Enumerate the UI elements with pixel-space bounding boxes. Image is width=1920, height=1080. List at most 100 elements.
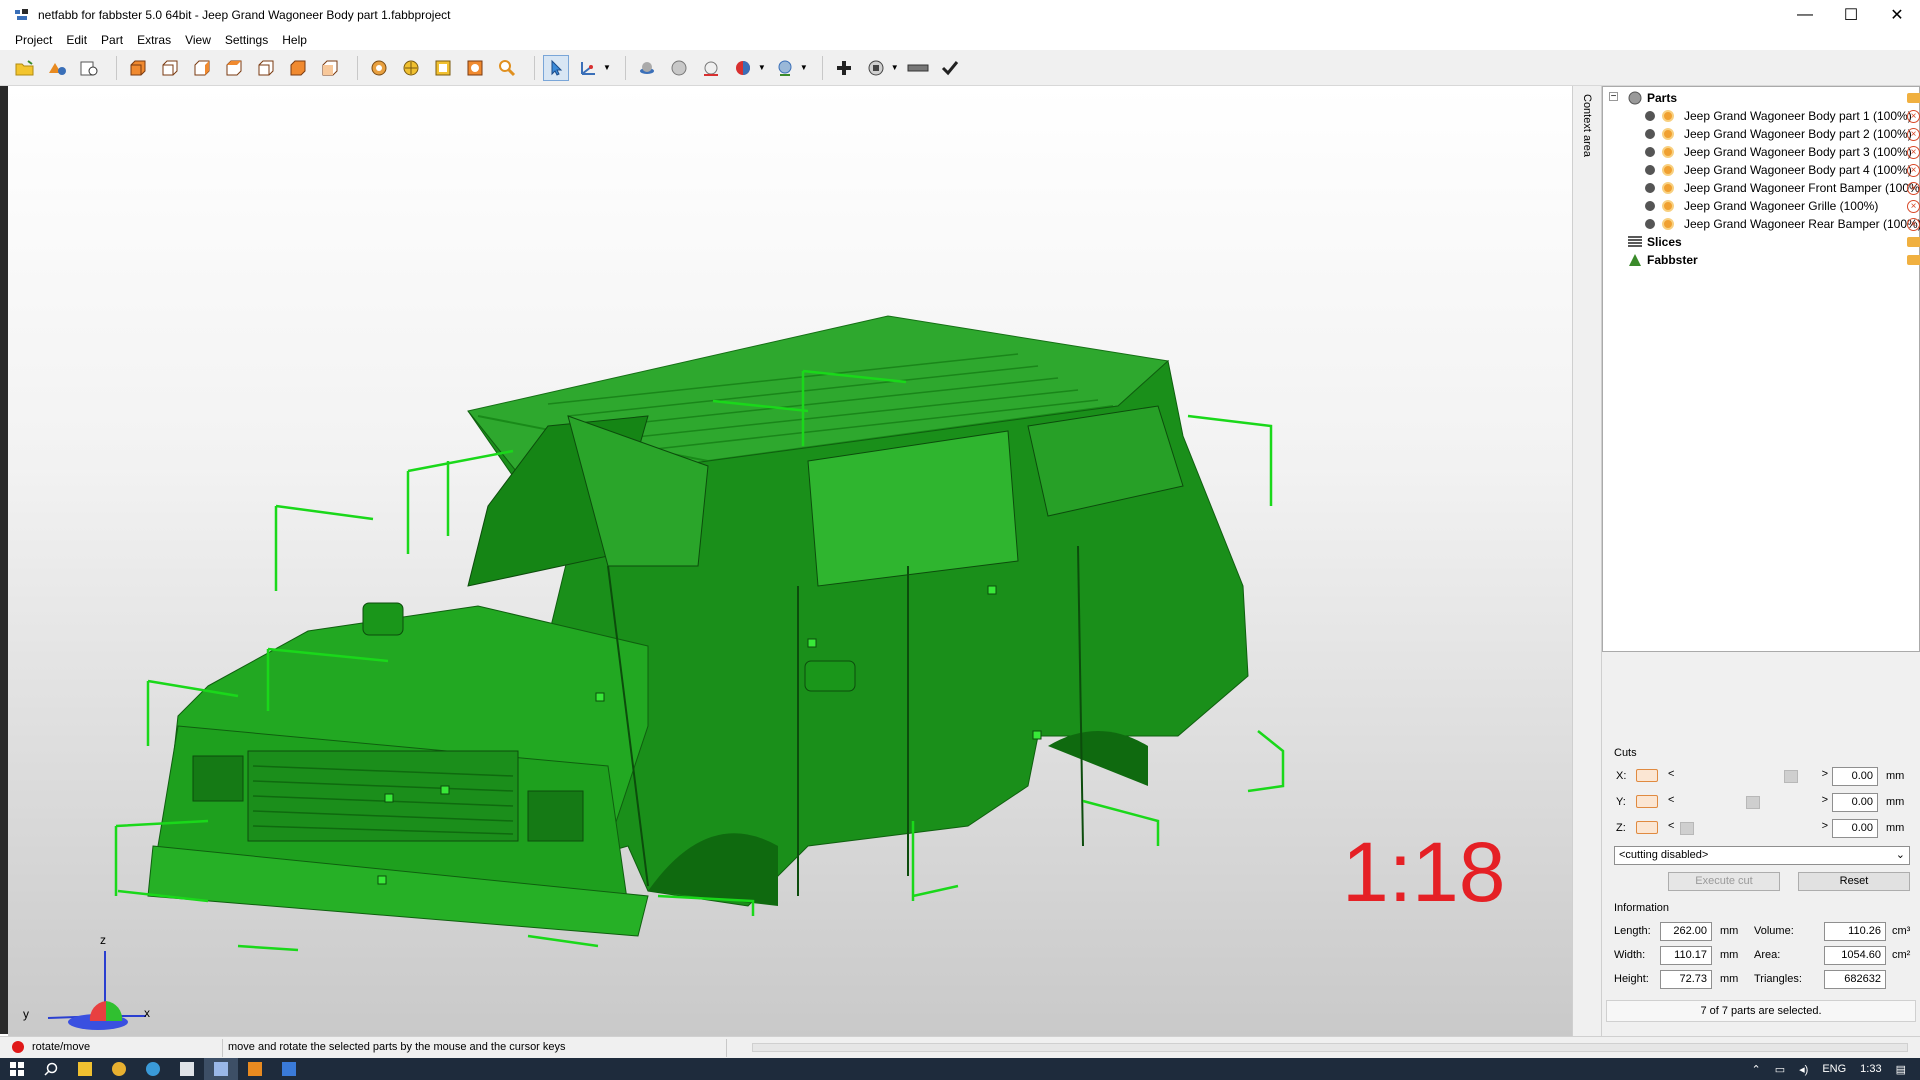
car-body-model[interactable] <box>8 86 1572 1036</box>
remove-part-icon[interactable]: × <box>1907 146 1920 159</box>
search-icon[interactable] <box>34 1058 68 1080</box>
settings-icon[interactable] <box>76 55 102 81</box>
file-explorer-icon[interactable] <box>68 1058 102 1080</box>
execute-cut-button[interactable]: Execute cut <box>1668 872 1780 891</box>
app-icon[interactable] <box>136 1058 170 1080</box>
rotate-icon[interactable] <box>366 55 392 81</box>
view-front-icon[interactable] <box>125 55 151 81</box>
slider-right-arrow[interactable]: > <box>1822 820 1828 832</box>
slider-thumb[interactable] <box>1680 822 1694 835</box>
cut-y-toggle[interactable] <box>1636 795 1658 808</box>
slider-left-arrow[interactable]: < <box>1668 794 1674 806</box>
cutting-mode-select[interactable]: <cutting disabled> ⌄ <box>1614 846 1910 865</box>
zoom-fit-icon[interactable] <box>462 55 488 81</box>
folder-icon[interactable] <box>1907 237 1920 247</box>
view-left-icon[interactable] <box>189 55 215 81</box>
open-project-icon[interactable] <box>12 55 38 81</box>
add-part-icon[interactable] <box>44 55 70 81</box>
cut-y-slider[interactable]: < > <box>1668 794 1828 810</box>
tree-part-item[interactable]: Jeep Grand Wagoneer Body part 2 (100%) <box>1645 125 1912 143</box>
tree-root-parts[interactable]: Parts <box>1627 89 1677 107</box>
view-top-icon[interactable] <box>253 55 279 81</box>
view-bottom-icon[interactable] <box>285 55 311 81</box>
view-back-icon[interactable] <box>157 55 183 81</box>
slider-left-arrow[interactable]: < <box>1668 768 1674 780</box>
context-area-tab[interactable]: Context area <box>1572 86 1602 1036</box>
horizontal-scrollbar[interactable] <box>752 1043 1908 1052</box>
menu-edit[interactable]: Edit <box>59 33 94 47</box>
tree-part-item[interactable]: Jeep Grand Wagoneer Body part 3 (100%) <box>1645 143 1912 161</box>
app-orange-icon[interactable] <box>238 1058 272 1080</box>
checkmark-icon[interactable] <box>937 55 963 81</box>
volume-icon[interactable]: ◂) <box>1799 1063 1808 1076</box>
menu-view[interactable]: View <box>178 33 218 47</box>
remove-part-icon[interactable]: × <box>1907 182 1920 195</box>
app-blue-icon[interactable] <box>272 1058 306 1080</box>
view-perspective-icon[interactable] <box>317 55 343 81</box>
remove-part-icon[interactable]: × <box>1907 218 1920 231</box>
measure-axis-icon[interactable] <box>575 55 601 81</box>
cut-x-input[interactable]: 0.00 <box>1832 767 1878 786</box>
folder-icon[interactable] <box>1907 93 1920 103</box>
chevron-down-icon[interactable]: ▼ <box>603 63 611 72</box>
ruler-icon[interactable] <box>905 55 931 81</box>
tray-chevron-up-icon[interactable]: ⌃ <box>1752 1063 1761 1076</box>
remove-part-icon[interactable]: × <box>1907 200 1920 213</box>
netfabb-taskbar-icon[interactable] <box>204 1058 238 1080</box>
menu-project[interactable]: Project <box>8 33 59 47</box>
tree-part-item[interactable]: Jeep Grand Wagoneer Body part 1 (100%) <box>1645 107 1912 125</box>
cut-x-slider[interactable]: < > <box>1668 768 1828 784</box>
slider-right-arrow[interactable]: > <box>1822 768 1828 780</box>
cut-z-input[interactable]: 0.00 <box>1832 819 1878 838</box>
chrome-icon[interactable] <box>102 1058 136 1080</box>
clock[interactable]: 1:33 <box>1860 1063 1881 1075</box>
maximize-button[interactable]: ☐ <box>1828 0 1874 30</box>
shading-icon[interactable] <box>772 55 798 81</box>
menu-part[interactable]: Part <box>94 33 130 47</box>
slider-left-arrow[interactable]: < <box>1668 820 1674 832</box>
collapse-toggle[interactable]: − <box>1609 92 1618 102</box>
render-color-icon[interactable] <box>730 55 756 81</box>
language-indicator[interactable]: ENG <box>1822 1063 1846 1075</box>
render-sphere-icon[interactable] <box>666 55 692 81</box>
chevron-down-icon[interactable]: ▼ <box>800 63 808 72</box>
slider-thumb[interactable] <box>1746 796 1760 809</box>
cut-x-toggle[interactable] <box>1636 769 1658 782</box>
render-wire-icon[interactable] <box>698 55 724 81</box>
select-pointer-icon[interactable] <box>543 54 569 81</box>
folder-icon[interactable] <box>1907 255 1920 265</box>
remove-part-icon[interactable]: × <box>1907 110 1920 123</box>
minimize-button[interactable]: — <box>1782 0 1828 30</box>
cut-z-toggle[interactable] <box>1636 821 1658 834</box>
menu-extras[interactable]: Extras <box>130 33 178 47</box>
tree-slices[interactable]: Slices <box>1627 233 1682 251</box>
3d-viewport[interactable]: z y x 1:18 <box>8 86 1572 1036</box>
add-icon[interactable] <box>831 55 857 81</box>
start-button[interactable] <box>0 1058 34 1080</box>
network-icon[interactable]: ▭ <box>1775 1063 1785 1076</box>
render-solid-icon[interactable] <box>634 55 660 81</box>
tree-part-item[interactable]: Jeep Grand Wagoneer Front Bamper (100%) <box>1645 179 1920 197</box>
chevron-down-icon[interactable]: ▼ <box>891 63 899 72</box>
cut-z-slider[interactable]: < > <box>1668 820 1828 836</box>
view-right-icon[interactable] <box>221 55 247 81</box>
cut-y-input[interactable]: 0.00 <box>1832 793 1878 812</box>
menu-settings[interactable]: Settings <box>218 33 275 47</box>
tree-part-item[interactable]: Jeep Grand Wagoneer Rear Bamper (100%) <box>1645 215 1920 233</box>
slider-thumb[interactable] <box>1784 770 1798 783</box>
tree-part-item[interactable]: Jeep Grand Wagoneer Body part 4 (100%) <box>1645 161 1912 179</box>
repair-icon[interactable] <box>863 55 889 81</box>
calculator-icon[interactable] <box>170 1058 204 1080</box>
tree-part-item[interactable]: Jeep Grand Wagoneer Grille (100%) <box>1645 197 1878 215</box>
menu-help[interactable]: Help <box>275 33 314 47</box>
close-button[interactable]: ✕ <box>1874 0 1920 30</box>
pan-icon[interactable] <box>398 55 424 81</box>
chevron-down-icon[interactable]: ▼ <box>758 63 766 72</box>
zoom-window-icon[interactable] <box>430 55 456 81</box>
tree-fabbster[interactable]: Fabbster <box>1627 251 1698 269</box>
remove-part-icon[interactable]: × <box>1907 128 1920 141</box>
reset-button[interactable]: Reset <box>1798 872 1910 891</box>
slider-right-arrow[interactable]: > <box>1822 794 1828 806</box>
notifications-icon[interactable]: ▤ <box>1896 1063 1906 1076</box>
remove-part-icon[interactable]: × <box>1907 164 1920 177</box>
